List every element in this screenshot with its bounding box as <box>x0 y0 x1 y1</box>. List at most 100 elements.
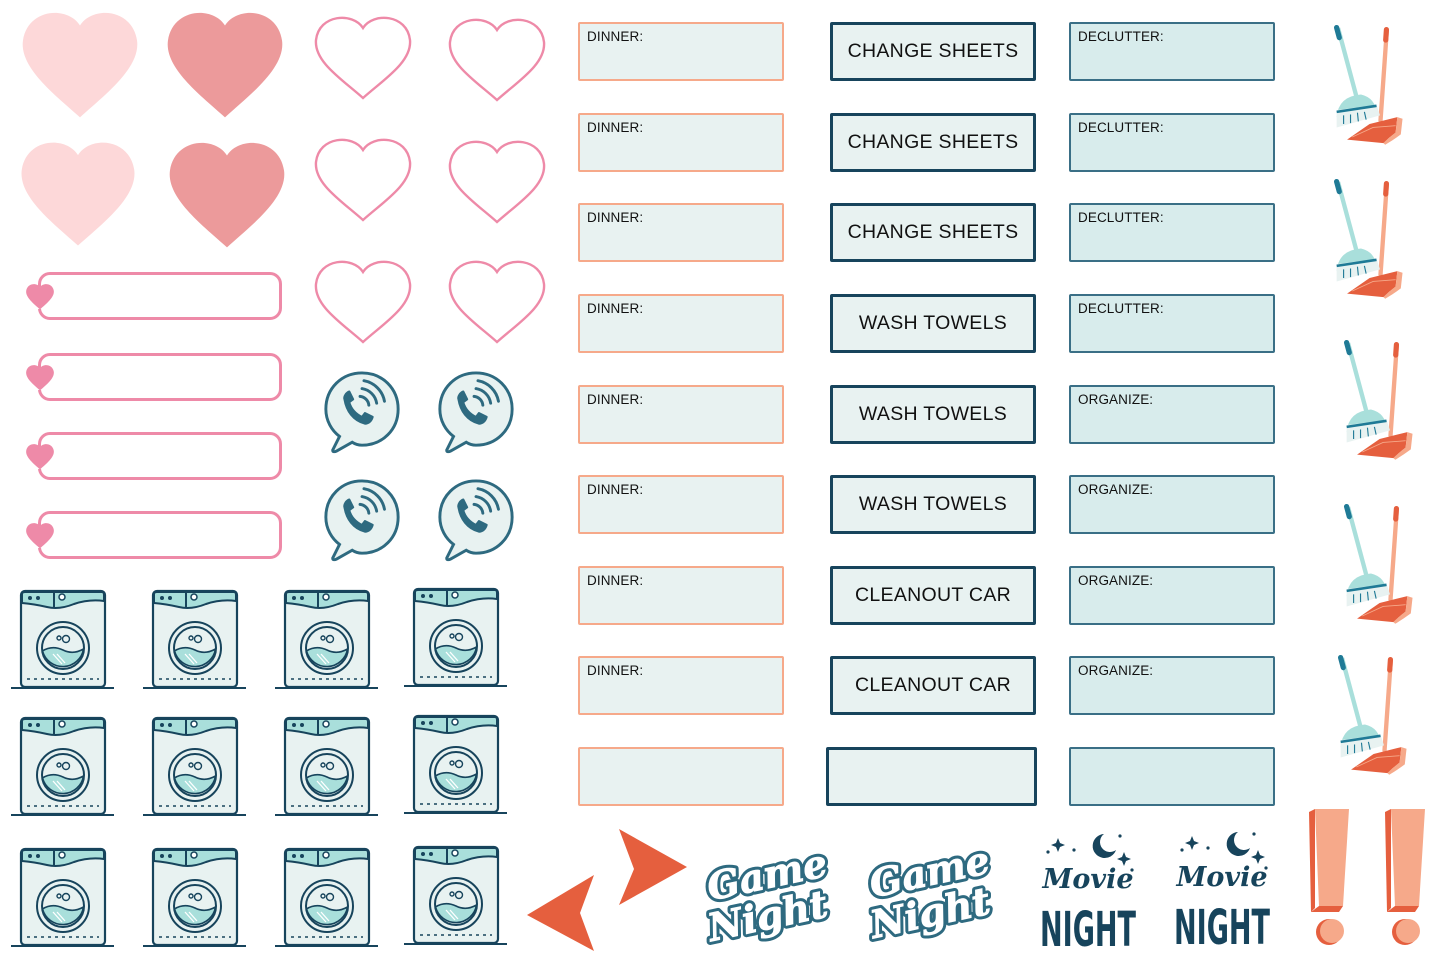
broom-dustpan-icon[interactable] <box>1328 18 1406 152</box>
task-label-text: DECLUTTER: <box>1078 29 1164 44</box>
dinner-label[interactable]: DINNER: <box>578 22 784 81</box>
heart-outline-icon[interactable] <box>446 136 548 226</box>
task-label[interactable]: ORGANIZE: <box>1069 656 1275 715</box>
exclamation-icon[interactable] <box>1305 808 1355 948</box>
task-label-text: ORGANIZE: <box>1078 482 1154 497</box>
chore-label[interactable]: WASH TOWELS <box>830 294 1036 353</box>
heart-solid-light-icon[interactable] <box>18 8 142 120</box>
heart-outline-icon[interactable] <box>446 14 548 104</box>
task-label[interactable]: DECLUTTER: <box>1069 294 1275 353</box>
heart-outline-icon[interactable] <box>312 256 414 346</box>
broom-dustpan-icon[interactable] <box>1328 172 1406 306</box>
dinner-label[interactable] <box>578 747 784 806</box>
moon-icon <box>1226 832 1250 856</box>
heart-outline-icon[interactable] <box>312 134 414 224</box>
dinner-label-text: DINNER: <box>587 482 644 497</box>
dinner-label-text: DINNER: <box>587 392 644 407</box>
washing-machine-icon[interactable] <box>9 716 116 817</box>
washing-machine-icon[interactable] <box>402 845 509 946</box>
washing-machine-icon[interactable] <box>273 589 380 690</box>
chore-label-text: CHANGE SHEETS <box>847 131 1019 153</box>
dinner-label[interactable]: DINNER: <box>578 203 784 262</box>
dinner-label-text: DINNER: <box>587 573 644 588</box>
chore-label[interactable]: CLEANOUT CAR <box>830 656 1036 715</box>
heart-outline-icon[interactable] <box>312 12 414 102</box>
small-heart-icon <box>26 284 54 310</box>
movie-night-line2: NIGHT <box>1040 902 1136 958</box>
small-heart-icon <box>26 523 54 549</box>
washing-machine-icon[interactable] <box>273 716 380 817</box>
dinner-label[interactable]: DINNER: <box>578 566 784 625</box>
chore-label[interactable]: WASH TOWELS <box>830 385 1036 444</box>
task-label[interactable] <box>1069 747 1275 806</box>
task-label[interactable]: DECLUTTER: <box>1069 203 1275 262</box>
heart-solid-dark-icon[interactable] <box>163 8 287 120</box>
task-label-text: ORGANIZE: <box>1078 392 1154 407</box>
dinner-label-text: DINNER: <box>587 301 644 316</box>
dinner-label[interactable]: DINNER: <box>578 385 784 444</box>
game-night-sticker[interactable]: Game Game Night Night <box>699 837 838 954</box>
dinner-label[interactable]: DINNER: <box>578 294 784 353</box>
chore-label[interactable]: CHANGE SHEETS <box>830 203 1036 262</box>
task-label-text: DECLUTTER: <box>1078 301 1164 316</box>
broom-dustpan-icon[interactable] <box>1332 648 1410 782</box>
star-icon <box>1185 836 1199 850</box>
game-night-sticker[interactable]: Game Game Night Night <box>862 834 1003 951</box>
phone-call-bubble-icon[interactable] <box>435 370 517 454</box>
heart-outline-icon[interactable] <box>446 256 548 346</box>
dinner-label-text: DINNER: <box>587 29 644 44</box>
chore-label-text: CLEANOUT CAR <box>854 584 1012 606</box>
exclamation-icon[interactable] <box>1381 808 1431 948</box>
dinner-label[interactable]: DINNER: <box>578 113 784 172</box>
dinner-label-text: DINNER: <box>587 120 644 135</box>
chore-label[interactable]: CHANGE SHEETS <box>830 22 1036 81</box>
broom-dustpan-icon[interactable] <box>1338 497 1416 631</box>
movie-night-sticker[interactable]: Movie NIGHT <box>1170 828 1274 956</box>
movie-night-line2: NIGHT <box>1174 900 1270 956</box>
swap-arrows-icon[interactable] <box>525 827 690 953</box>
chore-label[interactable]: CLEANOUT CAR <box>830 566 1036 625</box>
chore-label-text: WASH TOWELS <box>858 403 1008 425</box>
washing-machine-icon[interactable] <box>141 847 248 948</box>
task-label[interactable]: DECLUTTER: <box>1069 22 1275 81</box>
heart-solid-dark-icon[interactable] <box>165 138 289 250</box>
star-icon <box>1051 838 1065 852</box>
moon-icon <box>1092 834 1116 858</box>
movie-night-line1: Movie <box>1175 862 1267 893</box>
phone-call-bubble-icon[interactable] <box>321 370 403 454</box>
task-label[interactable]: ORGANIZE: <box>1069 475 1275 534</box>
washing-machine-icon[interactable] <box>9 847 116 948</box>
chore-label-text: CHANGE SHEETS <box>847 221 1019 243</box>
chore-label-text: WASH TOWELS <box>858 312 1008 334</box>
washing-machine-icon[interactable] <box>402 714 509 815</box>
washing-machine-icon[interactable] <box>141 589 248 690</box>
task-label-text: DECLUTTER: <box>1078 120 1164 135</box>
dinner-label[interactable]: DINNER: <box>578 656 784 715</box>
small-heart-icon <box>26 365 54 391</box>
chore-label[interactable]: WASH TOWELS <box>830 475 1036 534</box>
chore-label-text: CLEANOUT CAR <box>854 674 1012 696</box>
dinner-label-text: DINNER: <box>587 663 644 678</box>
dinner-label[interactable]: DINNER: <box>578 475 784 534</box>
washing-machine-icon[interactable] <box>141 716 248 817</box>
task-label[interactable]: ORGANIZE: <box>1069 385 1275 444</box>
chore-label-text: CHANGE SHEETS <box>847 40 1019 62</box>
task-label[interactable]: DECLUTTER: <box>1069 113 1275 172</box>
small-heart-icon <box>26 444 54 470</box>
chore-label-text: WASH TOWELS <box>858 493 1008 515</box>
movie-night-line1: Movie <box>1041 864 1133 895</box>
task-label-text: DECLUTTER: <box>1078 210 1164 225</box>
phone-call-bubble-icon[interactable] <box>321 478 403 562</box>
broom-dustpan-icon[interactable] <box>1338 333 1416 467</box>
washing-machine-icon[interactable] <box>9 589 116 690</box>
chore-label[interactable]: CHANGE SHEETS <box>830 113 1036 172</box>
movie-night-sticker[interactable]: Movie NIGHT <box>1036 830 1140 958</box>
chore-label[interactable] <box>826 747 1037 806</box>
dinner-label-text: DINNER: <box>587 210 644 225</box>
washing-machine-icon[interactable] <box>402 587 509 688</box>
phone-call-bubble-icon[interactable] <box>435 478 517 562</box>
heart-solid-light-icon[interactable] <box>16 138 140 248</box>
washing-machine-icon[interactable] <box>273 847 380 948</box>
task-label[interactable]: ORGANIZE: <box>1069 566 1275 625</box>
task-label-text: ORGANIZE: <box>1078 663 1154 678</box>
